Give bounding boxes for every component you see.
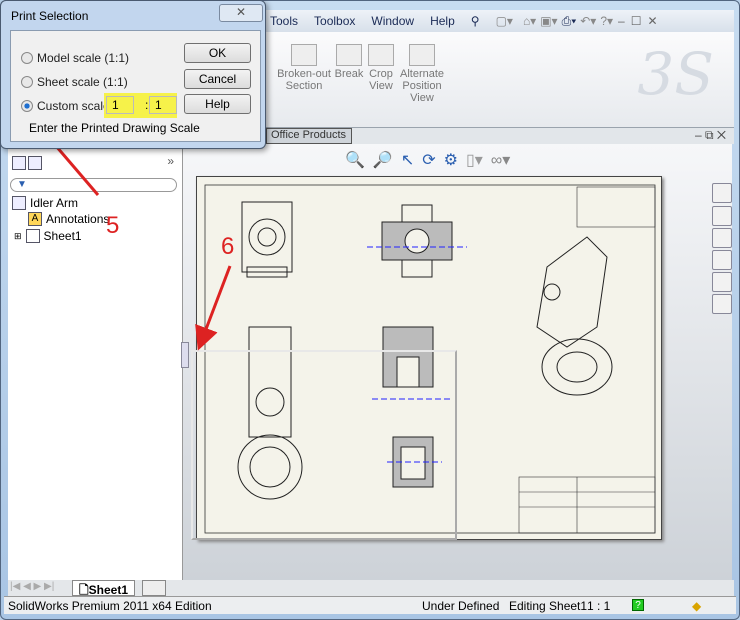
cancel-button[interactable]: Cancel xyxy=(184,69,251,89)
tab-office-products[interactable]: Office Products xyxy=(266,128,352,144)
front-view xyxy=(241,201,293,278)
print-icon[interactable]: ⎙▾ xyxy=(562,14,577,29)
tree-item-idler-arm[interactable]: Idler Arm xyxy=(12,196,78,210)
taskpane-library-icon[interactable] xyxy=(712,206,732,226)
view-toolbar: 🔍 🔎 ↖ ⟳ ⚙ ▯▾ ∞▾ xyxy=(345,150,510,170)
tree-item-annotations[interactable]: A Annotations xyxy=(28,212,109,226)
sheet-tab-icon: 🗋 xyxy=(79,583,89,597)
sheet-tabs-bar: |◀ ◀ ▶ ▶| 🗋Sheet1 xyxy=(8,580,734,597)
zoom-area-icon[interactable]: 🔎 xyxy=(373,150,393,170)
ribbon: Broken-out Section Break Crop View Alter… xyxy=(262,32,734,128)
property-manager-tab-icon[interactable] xyxy=(28,156,42,170)
step-6-label: 6 xyxy=(221,233,235,260)
close-button[interactable]: ✕ xyxy=(647,14,657,28)
radio-model-scale[interactable]: Model scale (1:1) xyxy=(21,51,129,65)
tags-icon[interactable]: ◆ xyxy=(692,599,701,613)
tab-sheet1[interactable]: 🗋Sheet1 xyxy=(72,580,136,597)
dialog-close-button[interactable]: ✕ xyxy=(219,4,263,22)
dialog-title: Print Selection xyxy=(11,9,89,23)
ok-button[interactable]: OK xyxy=(184,43,251,63)
scale-separator: : xyxy=(145,98,149,112)
status-editing: Editing Sheet1 xyxy=(509,599,588,613)
feature-manager-panel: » ▼ Idler Arm A Annotations ⊞ Sheet1 xyxy=(8,148,183,580)
menu-toolbox[interactable]: Toolbox xyxy=(314,14,355,28)
menu-help[interactable]: Help xyxy=(430,14,455,28)
rebuild-icon[interactable]: ⟳ xyxy=(422,150,435,170)
broken-out-section-button[interactable]: Broken-out Section xyxy=(276,44,332,92)
save-icon[interactable]: ▣▾ xyxy=(540,14,557,28)
annotations-icon: A xyxy=(28,212,42,226)
step-5-label: 5 xyxy=(106,212,120,239)
menu-tools[interactable]: Tools xyxy=(270,14,298,28)
new-icon[interactable]: ▢▾ xyxy=(496,14,513,28)
status-definition: Under Defined xyxy=(422,599,500,613)
isometric-view xyxy=(536,236,613,396)
crop-view-icon xyxy=(368,44,394,66)
maximize-button[interactable]: ☐ xyxy=(631,14,642,28)
radio-circle xyxy=(21,76,33,88)
sheet-icon xyxy=(25,229,40,243)
filter-icon: ▼ xyxy=(17,179,27,190)
document-window-controls[interactable]: – ⧉ ✕ xyxy=(695,128,726,143)
radio-circle-selected xyxy=(21,100,33,112)
scale-numerator-input[interactable]: 1 xyxy=(106,96,134,114)
taskpane-folder-icon[interactable] xyxy=(712,228,732,248)
add-sheet-button[interactable] xyxy=(142,580,166,596)
broken-out-section-icon xyxy=(291,44,317,66)
section-view-top xyxy=(367,204,467,278)
open-icon[interactable]: ⌂▾ xyxy=(523,14,536,28)
feature-manager-tab-icon[interactable] xyxy=(12,156,26,170)
radio-sheet-scale[interactable]: Sheet scale (1:1) xyxy=(21,75,128,89)
status-scale: 1 : 1 xyxy=(587,599,611,613)
scale-highlight: 1 : 1 xyxy=(104,93,177,118)
radio-circle xyxy=(21,52,33,64)
rebuild-status-icon[interactable]: ? xyxy=(632,599,644,611)
alternate-position-icon xyxy=(409,44,435,66)
dialog-body: Model scale (1:1) Sheet scale (1:1) Cust… xyxy=(10,30,261,142)
drawing-icon xyxy=(12,196,26,210)
tree-item-sheet1[interactable]: ⊞ Sheet1 xyxy=(14,229,82,243)
radio-custom-scale[interactable]: Custom scale xyxy=(21,99,110,113)
status-bar: SolidWorks Premium 2011 x64 Edition Unde… xyxy=(4,596,736,614)
help-icon[interactable]: ?▾ xyxy=(600,14,613,28)
filter-input[interactable]: ▼ xyxy=(10,178,177,192)
menu-window[interactable]: Window xyxy=(371,14,414,28)
notes-and-title-block xyxy=(518,186,656,534)
break-icon xyxy=(336,44,362,66)
panel-splitter-handle[interactable] xyxy=(181,342,189,368)
taskpane-custom-properties-icon[interactable] xyxy=(712,294,732,314)
menu-bar: Tools Toolbox Window Help ⚲ ▢▾ ⌂▾ ▣▾ ⎙▾ … xyxy=(262,10,734,32)
print-selection-dialog: Print Selection ✕ Model scale (1:1) Shee… xyxy=(0,0,266,149)
undo-icon[interactable]: ↶▾ xyxy=(580,14,596,28)
scale-denominator-input[interactable]: 1 xyxy=(149,96,177,114)
print-selection-box[interactable] xyxy=(191,350,457,540)
display-style-icon[interactable]: ▯▾ xyxy=(466,150,483,170)
zoom-to-fit-icon[interactable]: 🔍 xyxy=(345,150,365,170)
sheet-nav-arrows[interactable]: |◀ ◀ ▶ ▶| xyxy=(10,581,54,592)
pin-icon[interactable]: ⚲ xyxy=(471,14,480,28)
previous-view-icon[interactable]: ↖ xyxy=(401,150,414,170)
status-edition: SolidWorks Premium 2011 x64 Edition xyxy=(8,599,212,613)
taskpane-view-palette-icon[interactable] xyxy=(712,250,732,270)
scale-hint: Enter the Printed Drawing Scale xyxy=(29,121,200,135)
ds-logo: 3S xyxy=(637,40,714,108)
minimize-button[interactable]: – xyxy=(618,14,625,28)
taskpane-appearances-icon[interactable] xyxy=(712,272,732,292)
alternate-position-view-button[interactable]: Alternate Position View xyxy=(398,44,446,104)
break-button[interactable]: Break xyxy=(334,44,364,80)
hide-show-icon[interactable]: ∞▾ xyxy=(491,150,510,170)
expand-chevron-icon[interactable]: » xyxy=(167,154,174,168)
display-icon[interactable]: ⚙ xyxy=(444,150,458,170)
expand-icon[interactable]: ⊞ xyxy=(14,231,22,242)
crop-view-button[interactable]: Crop View xyxy=(366,44,396,92)
help-button[interactable]: Help xyxy=(184,94,251,114)
taskpane-home-icon[interactable] xyxy=(712,183,732,203)
manager-tabs xyxy=(12,156,42,170)
